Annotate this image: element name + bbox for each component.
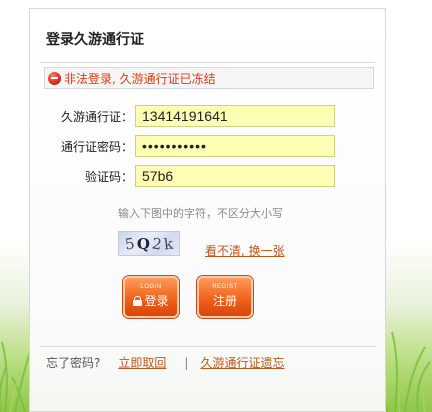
divider (40, 62, 375, 63)
lock-icon (133, 295, 143, 306)
register-button-label: 注册 (212, 294, 237, 308)
captcha-char: k (162, 234, 174, 253)
captcha-char: 5 (124, 233, 137, 254)
register-button[interactable]: REGIST 注册 (197, 276, 253, 318)
login-button[interactable]: LOGIN 登录 (123, 276, 179, 318)
account-row: 久游通行证： 13414191641 (44, 105, 335, 127)
account-input[interactable]: 13414191641 (135, 105, 335, 127)
password-row: 通行证密码： ••••••••••• (44, 135, 335, 157)
password-input[interactable]: ••••••••••• (135, 135, 335, 157)
captcha-label: 验证码： (84, 169, 133, 184)
captcha-image: 5 Q 2 k (118, 231, 180, 256)
register-button-subtext: REGIST (212, 284, 238, 290)
login-button-label: 登录 (144, 294, 169, 308)
footer-links: 忘了密码? 立即取回 | 久游通行证遗忘 (46, 354, 284, 371)
captcha-hint: 输入下图中的字符，不区分大小写 (118, 207, 283, 220)
captcha-row: 验证码： 57b6 (44, 165, 335, 187)
retrieve-password-link[interactable]: 立即取回 (118, 354, 166, 371)
error-message: 非法登录, 久游通行证已冻结 (64, 71, 216, 86)
captcha-char: Q (136, 234, 150, 253)
login-button-subtext: LOGIN (140, 284, 162, 290)
captcha-input[interactable]: 57b6 (135, 165, 335, 187)
stop-icon (48, 71, 61, 85)
password-label: 通行证密码： (60, 139, 133, 154)
link-separator: | (184, 355, 189, 370)
login-panel: 登录久游通行证 非法登录, 久游通行证已冻结 久游通行证： 1341419164… (29, 8, 386, 412)
account-label: 久游通行证： (60, 109, 133, 124)
forgot-account-link[interactable]: 久游通行证遗忘 (200, 354, 284, 371)
forgot-password-text: 忘了密码? (46, 356, 101, 370)
divider (40, 346, 375, 347)
refresh-captcha-link[interactable]: 看不清, 换一张 (205, 242, 285, 259)
captcha-char: 2 (150, 233, 164, 254)
error-alert: 非法登录, 久游通行证已冻结 (44, 67, 374, 89)
page-title: 登录久游通行证 (46, 32, 144, 48)
